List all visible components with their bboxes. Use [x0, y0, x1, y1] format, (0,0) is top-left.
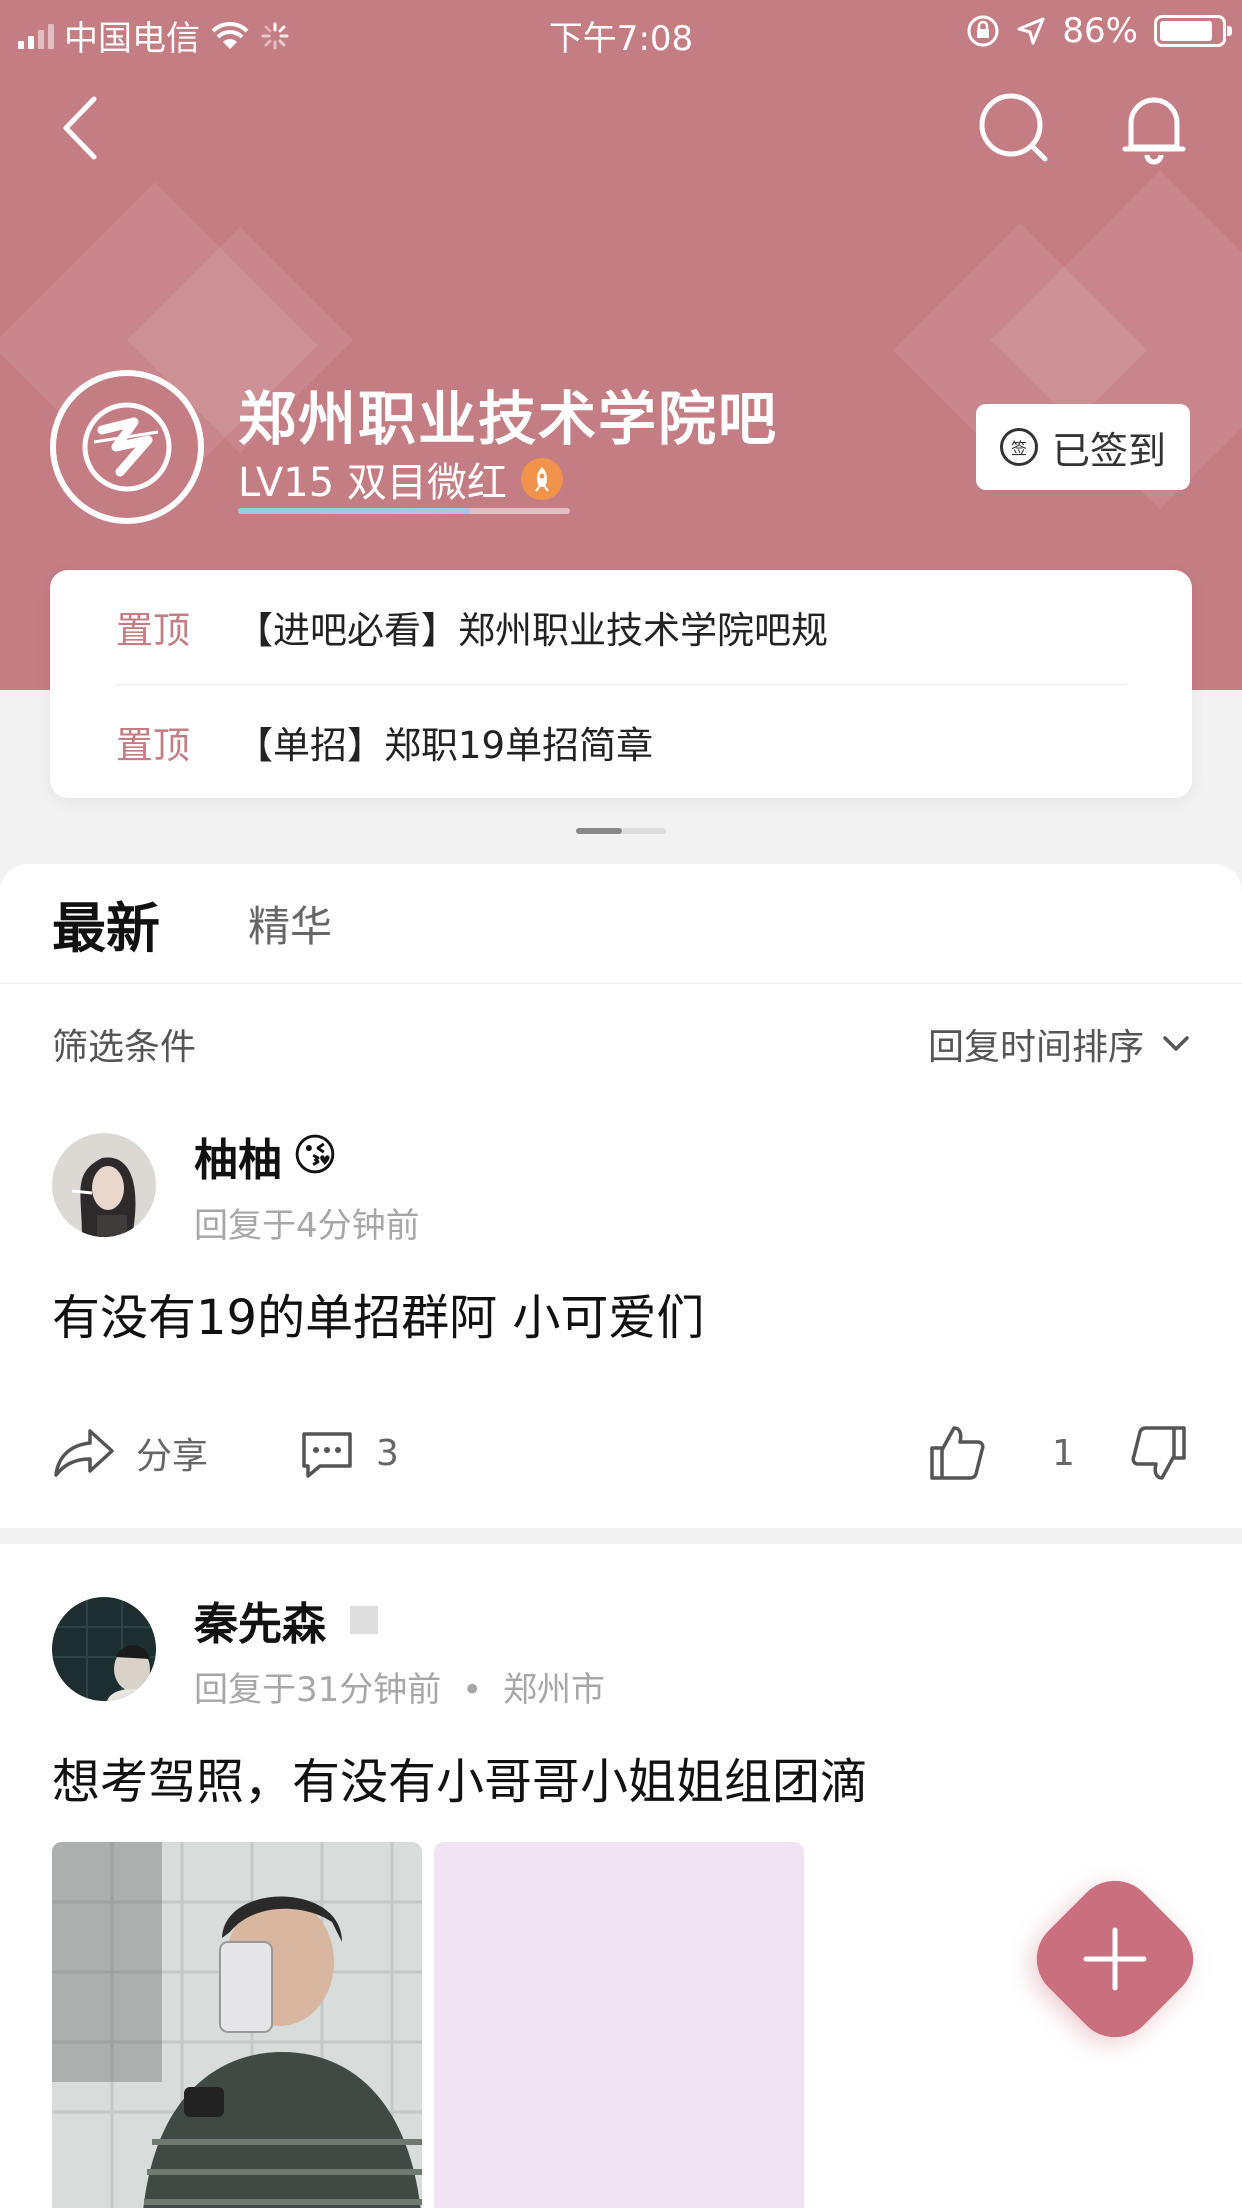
post-item[interactable]: 柚柚 😘 回复于4分钟前 有没有19的单招群阿 小可爱们 分享 3 1: [0, 1110, 1242, 1528]
thumbs-down-icon: [1131, 1426, 1186, 1480]
level-label: LV15 双目微红: [238, 460, 507, 506]
location-icon: [1017, 17, 1045, 45]
back-icon: [63, 96, 97, 160]
bell-icon: [1122, 97, 1186, 165]
kiss-emoji-icon: 😘: [292, 1130, 338, 1181]
pinned-title: 【单招】郑职19单招简章: [236, 723, 654, 767]
comment-count: 3: [376, 1432, 399, 1474]
rotation-lock-icon: [967, 15, 999, 47]
post-image[interactable]: [52, 1842, 422, 2208]
battery-icon: [1154, 15, 1232, 47]
forum-name: 郑州职业技术学院吧: [238, 385, 779, 453]
status-bar: 中国电信 下午7:08 86%: [0, 0, 1242, 62]
search-icon: [979, 93, 1048, 162]
post-username: 柚柚 😘: [194, 1124, 420, 1188]
dot-separator: •: [462, 1669, 483, 1710]
forum-logo[interactable]: [50, 370, 204, 524]
post-image-placeholder[interactable]: [434, 1842, 804, 2208]
avatar[interactable]: [52, 1133, 156, 1237]
checkin-button[interactable]: 签 已签到: [976, 404, 1190, 490]
tab-featured[interactable]: 精华: [248, 893, 332, 954]
post-meta: 回复于4分钟前: [194, 1205, 420, 1246]
post-actions: 分享 3 1: [52, 1378, 1190, 1528]
search-button[interactable]: [976, 90, 1052, 166]
username-text: 柚柚: [194, 1134, 282, 1186]
rocket-icon: [520, 458, 563, 500]
avatar[interactable]: [52, 1597, 156, 1701]
checkin-label: 已签到: [1051, 428, 1166, 473]
page-indicator: [576, 828, 666, 834]
filter-button[interactable]: 筛选条件: [52, 1018, 196, 1070]
post-location: 郑州市: [502, 1669, 605, 1710]
post-meta: 回复于31分钟前 • 郑州市: [194, 1662, 605, 1711]
pinned-post[interactable]: 置顶 【单招】郑职19单招简章: [116, 684, 1126, 798]
share-button[interactable]: 分享: [52, 1427, 208, 1479]
level-progress-bar: [238, 508, 570, 514]
post-username: 秦先森: [194, 1588, 605, 1652]
post-title[interactable]: 有没有19的单招群阿 小可爱们: [52, 1278, 1190, 1348]
level-progress-fill: [238, 508, 471, 514]
post-author: 柚柚 😘 回复于4分钟前: [52, 1110, 1190, 1260]
checkin-icon: 签: [999, 428, 1038, 466]
share-icon: [54, 1429, 114, 1477]
chevron-down-icon: [1163, 1036, 1189, 1051]
filter-bar: 筛选条件 回复时间排序: [0, 984, 1242, 1104]
tab-latest[interactable]: 最新: [52, 884, 160, 963]
pinned-tag: 置顶: [116, 723, 190, 767]
like-count: 1: [1052, 1432, 1075, 1474]
sort-dropdown[interactable]: 回复时间排序: [928, 1018, 1190, 1070]
tab-bar: 最新 精华: [0, 864, 1242, 984]
comment-button[interactable]: 3: [298, 1426, 399, 1480]
notification-button[interactable]: [1116, 90, 1192, 166]
comment-icon: [302, 1432, 352, 1478]
pinned-title: 【进吧必看】郑州职业技术学院吧规: [236, 609, 828, 652]
pinned-tag: 置顶: [116, 609, 190, 652]
post-item[interactable]: 秦先森 回复于31分钟前 • 郑州市 想考驾照，有没有小哥哥小姐姐组团滴: [0, 1574, 1242, 2208]
like-button[interactable]: [928, 1424, 986, 1482]
new-post-plus[interactable]: [1048, 1892, 1182, 2026]
sort-label: 回复时间排序: [927, 1027, 1144, 1068]
username-text: 秦先森: [194, 1598, 326, 1650]
thumbs-up-icon: [930, 1426, 985, 1480]
post-author: 秦先森 回复于31分钟前 • 郑州市: [52, 1574, 1190, 1724]
pinned-post[interactable]: 置顶 【进吧必看】郑州职业技术学院吧规: [116, 570, 1126, 684]
plus-icon: [1083, 1927, 1147, 1991]
pinned-posts-card: 置顶 【进吧必看】郑州职业技术学院吧规 置顶 【单招】郑职19单招简章: [50, 570, 1192, 798]
dislike-button[interactable]: [1130, 1424, 1188, 1482]
share-label: 分享: [136, 1436, 209, 1477]
post-title[interactable]: 想考驾照，有没有小哥哥小姐姐组团滴: [52, 1742, 1190, 1812]
post-images: [52, 1842, 1190, 2208]
forum-logo-emblem: [82, 402, 172, 492]
user-badge-icon: [350, 1605, 378, 1634]
back-button[interactable]: [42, 90, 118, 166]
post-separator: [0, 1528, 1242, 1544]
post-reply-time: 回复于31分钟前: [194, 1669, 442, 1710]
battery-percent: 86%: [1062, 11, 1138, 51]
user-level: LV15 双目微红: [238, 450, 563, 508]
